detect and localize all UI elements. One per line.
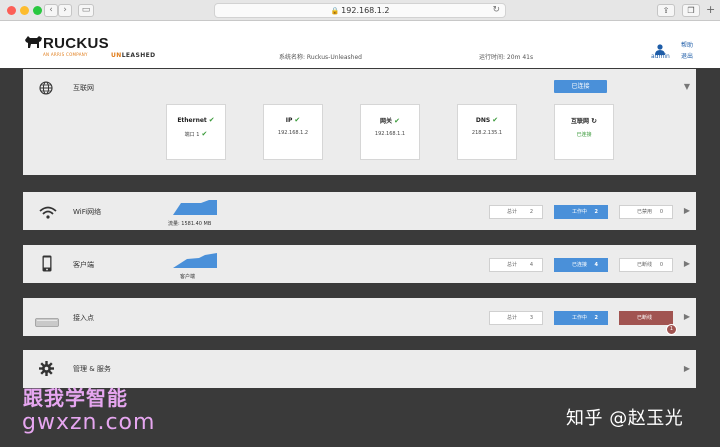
card-title: 互联网 ↻: [571, 117, 597, 125]
chevron-left-icon: ‹: [49, 5, 53, 15]
back-button[interactable]: ‹: [44, 4, 58, 17]
product-rest: LEASHED: [121, 52, 156, 59]
uptime: 运行时间: 20m 41s: [479, 54, 534, 61]
clients-sparkline: [173, 253, 217, 268]
ip-card: IP ✔ 192.168.1.2: [263, 104, 323, 160]
clients-connected-counter[interactable]: 已连接 4: [554, 258, 608, 272]
app-area: RUCKUS AN ARRIS COMPANY UNLEASHED 系统名称: …: [0, 21, 720, 447]
brand-name: RUCKUS: [43, 35, 109, 52]
chevron-right-icon[interactable]: ▶: [684, 364, 690, 373]
browser-toolbar: ‹ › ▭ 🔒 192.168.1.2 ↻ ⇪ ❐ +: [0, 0, 720, 21]
chevron-down-icon[interactable]: ▼: [684, 82, 690, 91]
product-name: UNLEASHED: [111, 52, 156, 59]
internet-status-badge: 已连接: [554, 80, 607, 93]
card-title: DNS ✔: [475, 116, 499, 124]
minimize-window-button[interactable]: [20, 6, 29, 15]
gear-icon: [39, 361, 54, 380]
url-text: 192.168.1.2: [341, 6, 390, 15]
refresh-icon[interactable]: ↻: [591, 117, 597, 125]
app-header: RUCKUS AN ARRIS COMPANY UNLEASHED 系统名称: …: [0, 21, 720, 68]
new-tab-button[interactable]: +: [706, 3, 715, 16]
check-icon: ✔: [492, 116, 499, 124]
card-value: 192.168.1.1: [374, 131, 406, 137]
help-link[interactable]: 帮助: [681, 40, 693, 51]
card-title: 网关 ✔: [380, 117, 400, 125]
check-icon: ✔: [208, 116, 215, 124]
admin-title: 管理 & 服务: [73, 365, 111, 373]
sidebar-toggle-button[interactable]: ▭: [78, 4, 94, 17]
ap-disconnected-counter[interactable]: 已断线: [619, 311, 673, 325]
internet-title: 互联网: [73, 84, 94, 92]
chevron-right-icon[interactable]: ▶: [684, 312, 690, 321]
clients-panel[interactable]: 客户端 客户端 总计 4 已连接 4 已断线 0 ▶: [23, 245, 696, 283]
ethernet-card: Ethernet ✔ 端口 1 ✔: [166, 104, 226, 160]
reload-icon[interactable]: ↻: [492, 4, 500, 17]
access-points-panel[interactable]: 接入点 总计 3 工作中 2 已断线 ▶: [23, 298, 696, 336]
tabs-button[interactable]: ❐: [682, 4, 700, 17]
clients-title: 客户端: [73, 261, 94, 269]
wifi-active-counter[interactable]: 工作中 2: [554, 205, 608, 219]
traffic-sparkline: [173, 200, 217, 215]
access-points-title: 接入点: [73, 314, 94, 322]
watermark-credit: 知乎 @赵玉光: [566, 408, 684, 429]
wifi-title: WiFi网络: [73, 208, 102, 216]
share-icon: ⇪: [662, 6, 670, 15]
product-prefix: UN: [111, 52, 122, 59]
dog-logo-icon: [24, 33, 44, 55]
ap-alert-badge: 1: [666, 324, 677, 335]
share-button[interactable]: ⇪: [657, 4, 675, 17]
sidebar-icon: ▭: [81, 5, 91, 15]
card-title: IP ✔: [285, 116, 301, 124]
maximize-window-button[interactable]: [33, 6, 42, 15]
card-value: 192.168.1.2: [277, 130, 309, 136]
watermark-text: 跟我学智能: [23, 386, 128, 410]
ap-active-counter[interactable]: 工作中 2: [554, 311, 608, 325]
check-icon: ✔: [294, 116, 301, 124]
internet-card: 互联网 ↻ 已连接: [554, 104, 614, 160]
brand-subtitle: AN ARRIS COMPANY: [43, 52, 88, 57]
check-icon: ✔: [394, 117, 400, 125]
card-value: 端口 1 ✔: [184, 130, 208, 138]
wifi-total-counter[interactable]: 总计 2: [489, 205, 543, 219]
card-title: Ethernet ✔: [177, 116, 215, 124]
lock-icon: 🔒: [330, 7, 340, 15]
clients-spark-label: 客户端: [180, 274, 196, 280]
close-window-button[interactable]: [7, 6, 16, 15]
clients-total-counter[interactable]: 总计 4: [489, 258, 543, 272]
header-links: 帮助 退出: [681, 40, 693, 62]
ap-total-counter[interactable]: 总计 3: [489, 311, 543, 325]
clients-disconnected-counter[interactable]: 已断线 0: [619, 258, 673, 272]
forward-button[interactable]: ›: [58, 4, 72, 17]
card-value: 218.2.135.1: [471, 130, 503, 136]
wifi-icon: [39, 204, 57, 223]
chevron-right-icon: ›: [63, 5, 67, 15]
dns-card: DNS ✔ 218.2.135.1: [457, 104, 517, 160]
access-point-icon: [35, 312, 59, 331]
globe-icon: [39, 80, 53, 99]
traffic-label: 流量: 1581.40 MB: [168, 221, 212, 227]
phone-icon: [42, 255, 52, 276]
username[interactable]: admin: [651, 53, 670, 60]
chevron-right-icon[interactable]: ▶: [684, 206, 690, 215]
tabs-icon: ❐: [687, 6, 695, 15]
logout-link[interactable]: 退出: [681, 51, 693, 62]
card-value: 已连接: [576, 132, 592, 138]
watermark-url: gwxzn.com: [22, 410, 156, 435]
internet-panel[interactable]: 互联网 已连接 ▼ Ethernet ✔ 端口 1 ✔ IP ✔ 192.168.1.…: [23, 69, 696, 175]
wifi-panel[interactable]: WiFi网络 流量: 1581.40 MB 总计 2 工作中 2 已禁用 0 ▶: [23, 192, 696, 230]
wifi-disabled-counter[interactable]: 已禁用 0: [619, 205, 673, 219]
address-bar[interactable]: 🔒 192.168.1.2 ↻: [214, 3, 506, 18]
gateway-card: 网关 ✔ 192.168.1.1: [360, 104, 420, 160]
system-name: 系统名称: Ruckus-Unleashed: [279, 54, 362, 61]
chevron-right-icon[interactable]: ▶: [684, 259, 690, 268]
check-icon: ✔: [201, 130, 208, 138]
